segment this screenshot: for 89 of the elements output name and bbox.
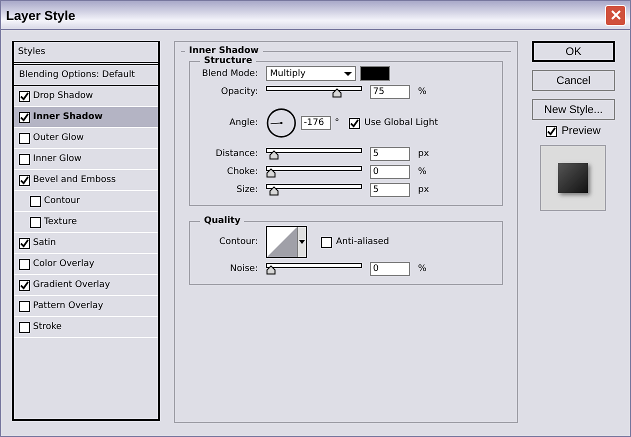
value-field[interactable]: 0 [370,262,410,276]
group-title: Quality [203,216,242,226]
preview-label: Preview [561,125,601,137]
unit-label: % [418,87,428,97]
style-label: Drop Shadow [33,91,94,101]
style-item[interactable]: Inner Glow [14,149,158,170]
style-item[interactable]: Outer Glow [14,128,158,149]
dropdown-arrow-icon [299,240,305,244]
value-field[interactable]: 5 [370,183,410,197]
style-item[interactable]: Color Overlay [14,254,158,275]
style-checkbox[interactable] [19,174,30,186]
style-label: Satin [33,238,56,248]
degree-label: ° [334,118,340,128]
unit-label: % [418,167,428,177]
global-light-checkbox[interactable] [349,118,360,128]
style-checkbox[interactable] [19,280,30,290]
style-checkbox[interactable] [19,258,30,270]
style-label: Bevel and Emboss [33,175,116,185]
slider-label: Choke: [226,167,258,177]
blending-options-item[interactable]: Blending Options: Default [14,65,158,86]
dialog-button[interactable]: Cancel [532,70,615,91]
style-checkbox[interactable] [19,322,30,332]
style-item[interactable]: Inner Shadow [14,107,158,128]
style-label: Contour [44,196,80,206]
style-checkbox[interactable] [19,112,30,122]
style-item[interactable]: Gradient Overlay [14,275,158,296]
slider[interactable] [266,86,362,98]
angle-field[interactable]: -176 [300,116,331,130]
value-field[interactable]: 0 [370,165,410,179]
style-checkbox[interactable] [30,196,41,206]
angle-label: Angle: [228,118,258,128]
blend-mode-label: Blend Mode: [200,68,258,78]
contour-picker[interactable] [266,226,307,258]
slider[interactable] [266,263,362,275]
style-label: Pattern Overlay [33,301,104,311]
style-label: Outer Glow [33,133,84,143]
style-label: Inner Glow [33,154,82,164]
slider-thumb[interactable] [266,168,276,178]
group-title: Structure [203,56,254,66]
slider-thumb[interactable] [268,150,279,160]
style-label: Gradient Overlay [33,280,110,290]
value-field[interactable]: 5 [370,147,410,161]
list-header: Styles [14,42,158,65]
dropdown-arrow-icon [344,72,352,76]
preview-thumbnail [540,145,606,211]
slider[interactable] [266,166,362,178]
global-light-label: Use Global Light [364,118,438,128]
style-checkbox[interactable] [19,300,30,312]
unit-label: px [418,185,430,195]
style-checkbox[interactable] [19,90,30,102]
dialog-button[interactable]: OK [532,41,615,62]
slider[interactable] [266,184,362,196]
style-item[interactable]: Stroke [14,317,158,338]
style-checkbox[interactable] [19,132,30,144]
value-field[interactable]: 75 [370,85,410,99]
style-item[interactable]: Bevel and Emboss [14,170,158,191]
dialog-button[interactable]: New Style... [532,99,615,120]
contour-label: Contour: [218,237,258,247]
slider-label: Size: [235,185,258,195]
style-item[interactable]: Texture [14,212,158,233]
style-checkbox[interactable] [19,154,30,164]
slider-label: Noise: [229,264,258,274]
color-swatch[interactable] [360,66,390,81]
style-label: Inner Shadow [33,112,103,122]
unit-label: px [418,149,430,159]
style-label: Texture [44,217,77,227]
slider-label: Opacity: [220,87,258,97]
style-checkbox[interactable] [19,238,30,248]
slider-label: Distance: [214,149,258,159]
preview-checkbox[interactable] [546,126,558,136]
slider-thumb[interactable] [266,265,276,275]
slider[interactable] [266,148,362,160]
section-title: Inner Shadow [188,46,260,56]
style-label: Stroke [33,322,62,332]
window-title: Layer Style [6,8,76,22]
blend-mode-dropdown[interactable]: Multiply [266,66,356,81]
unit-label: % [418,264,428,274]
style-checkbox[interactable] [30,216,41,228]
anti-aliased-checkbox[interactable] [321,236,332,248]
contour-curve-icon [267,227,297,257]
style-item[interactable]: Satin [14,233,158,254]
slider-thumb[interactable] [332,88,342,98]
close-button[interactable] [605,4,626,26]
anti-aliased-label: Anti-aliased [336,237,390,247]
style-label: Color Overlay [33,259,94,269]
close-icon [610,9,622,21]
style-item[interactable]: Pattern Overlay [14,296,158,317]
style-item[interactable]: Contour [14,191,158,212]
slider-thumb[interactable] [268,186,279,196]
